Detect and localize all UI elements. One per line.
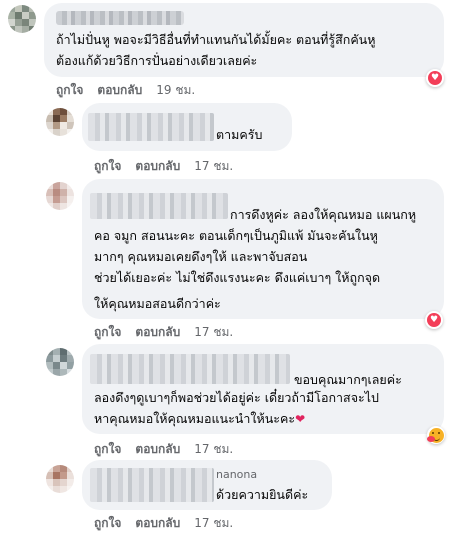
reply-button[interactable]: ตอบกลับ xyxy=(135,440,180,459)
timestamp[interactable]: 17 ชม. xyxy=(194,514,233,533)
comment-text-line: ขอบคุณมากๆเลยค่ะ xyxy=(294,372,402,387)
reply-button[interactable]: ตอบกลับ xyxy=(135,514,180,533)
heart-reaction-icon[interactable]: ♥ xyxy=(425,311,443,329)
comment-bubble: ตามครับ xyxy=(82,103,292,151)
avatar[interactable] xyxy=(46,182,74,210)
comment-text-line: การดึงหูค่ะ ลองให้คุณหมอ แผนกหู xyxy=(230,207,417,222)
redacted-content xyxy=(90,193,228,219)
comment-bubble: ขอบคุณมากๆเลยค่ะ ลองดึงๆดูเบาๆก็พอช่วยได… xyxy=(82,344,444,434)
reply-button[interactable]: ตอบกลับ xyxy=(135,323,180,342)
comment-bubble: nanona ด้วยความยินดีค่ะ xyxy=(82,460,332,510)
heart-emoji: ❤ xyxy=(295,412,306,426)
author-name[interactable] xyxy=(56,11,184,25)
comment-text-line: ถ้าไม่ปั่นหู พอจะมีวิธีอื่นที่ทำแทนกันได… xyxy=(56,32,376,47)
like-button[interactable]: ถูกใจ xyxy=(94,514,121,533)
comment-text-line: ให้คุณหมอสอนดีกว่าค่ะ xyxy=(94,296,221,311)
timestamp[interactable]: 17 ชม. xyxy=(194,323,233,342)
redacted-content xyxy=(90,468,214,502)
avatar[interactable] xyxy=(46,348,74,376)
comment-text-line: ด้วยความยินดีค่ะ xyxy=(216,487,309,502)
care-emoji-icon xyxy=(426,427,444,443)
like-button[interactable]: ถูกใจ xyxy=(94,157,121,176)
care-reaction-icon[interactable] xyxy=(426,426,445,444)
comment-bubble: การดึงหูค่ะ ลองให้คุณหมอ แผนกหู คอ จมูก … xyxy=(82,179,444,319)
comment-text-line: คอ จมูก สอนนะคะ ตอนเด็กๆเป็นภูมิแพ้ มันจ… xyxy=(94,228,378,243)
reply-button[interactable]: ตอบกลับ xyxy=(97,81,142,100)
avatar[interactable] xyxy=(46,465,74,493)
heart-reaction-icon[interactable]: ♥ xyxy=(426,69,444,87)
partial-name-text: nanona xyxy=(216,468,258,481)
avatar[interactable] xyxy=(8,5,36,33)
reply-button[interactable]: ตอบกลับ xyxy=(135,157,180,176)
timestamp[interactable]: 17 ชม. xyxy=(194,157,233,176)
avatar[interactable] xyxy=(46,108,74,136)
comment-bubble: ถ้าไม่ปั่นหู พอจะมีวิธีอื่นที่ทำแทนกันได… xyxy=(44,3,444,77)
comment-text: หาคุณหมอให้คุณหมอแนะนำให้นะคะ xyxy=(94,411,296,426)
like-button[interactable]: ถูกใจ xyxy=(56,81,83,100)
like-button[interactable]: ถูกใจ xyxy=(94,440,121,459)
redacted-content xyxy=(90,354,290,384)
timestamp[interactable]: 17 ชม. xyxy=(194,440,233,459)
comment-text-line: ช่วยได้เยอะค่ะ ไม่ใช่ดึงแรงนะคะ ดึงแค่เบ… xyxy=(94,270,381,285)
comment-text-line: หาคุณหมอให้คุณหมอแนะนำให้นะคะ❤ xyxy=(94,410,305,428)
timestamp[interactable]: 19 ชม. xyxy=(156,81,195,100)
comment-text-line: ต้องแก้ด้วยวิธีการปั่นอย่างเดียวเลยค่ะ xyxy=(56,53,258,68)
comment-text-line: ลองดึงๆดูเบาๆก็พอช่วยได้อยู่ค่ะ เดี๋ยวถ้… xyxy=(94,390,379,405)
comment-text-line: ตามครับ xyxy=(216,127,263,142)
redacted-content xyxy=(88,113,214,141)
like-button[interactable]: ถูกใจ xyxy=(94,323,121,342)
comment-text-line: มากๆ คุณหมอเคยดึงๆให้ และพาจับสอน xyxy=(94,249,308,264)
